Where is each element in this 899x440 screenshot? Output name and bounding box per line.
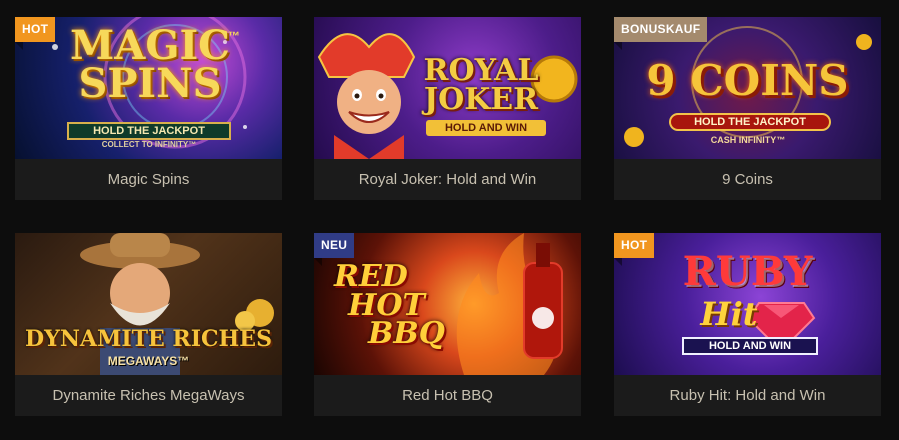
new-badge: NEU xyxy=(314,233,355,266)
game-card-ruby-hit[interactable]: RUBY Hit HOLD AND WIN HOT Ruby Hit: Hold… xyxy=(614,233,881,416)
game-title[interactable]: Magic Spins xyxy=(15,159,282,200)
game-title[interactable]: Ruby Hit: Hold and Win xyxy=(614,375,881,416)
game-thumbnail[interactable]: RED HOT BBQ NEU xyxy=(314,233,581,375)
game-card-red-hot-bbq[interactable]: RED HOT BBQ NEU Red Hot BBQ xyxy=(314,233,581,416)
game-thumbnail[interactable]: RUBY Hit HOLD AND WIN HOT xyxy=(614,233,881,375)
logo-subtitle-2: COLLECT TO INFINITY™ xyxy=(101,140,197,149)
game-card-magic-spins[interactable]: MAGIC SPINS ™ HOLD THE JACKPOT COLLECT T… xyxy=(15,17,282,200)
logo-line-2: JOKER xyxy=(423,81,539,117)
logo-subtitle: HOLD THE JACKPOT xyxy=(67,122,231,140)
game-thumbnail[interactable]: MAGIC SPINS ™ HOLD THE JACKPOT COLLECT T… xyxy=(15,17,282,159)
game-thumbnail[interactable]: DYNAMITE RICHES MEGAWAYS™ xyxy=(15,233,282,375)
logo-line-1: 9 COINS xyxy=(646,56,849,105)
game-card-dynamite-riches[interactable]: DYNAMITE RICHES MEGAWAYS™ Dynamite Riche… xyxy=(15,233,282,416)
game-card-9-coins[interactable]: 9 COINS HOLD THE JACKPOT CASH INFINITY™ … xyxy=(614,17,881,200)
logo-subtitle: HOLD THE JACKPOT xyxy=(669,113,831,131)
logo-line-3: BBQ xyxy=(368,316,445,351)
logo-subtitle: HOLD AND WIN xyxy=(426,120,546,136)
logo-tm: ™ xyxy=(228,29,240,43)
logo-line-2: SPINS xyxy=(78,60,222,107)
logo-line-2: Hit xyxy=(700,295,758,333)
game-title[interactable]: Royal Joker: Hold and Win xyxy=(314,159,581,200)
logo-subtitle: HOLD AND WIN xyxy=(682,337,818,355)
game-card-royal-joker[interactable]: ROYAL JOKER HOLD AND WIN Royal Joker: Ho… xyxy=(314,17,581,200)
logo-subtitle-2: CASH INFINITY™ xyxy=(710,135,786,145)
game-thumbnail[interactable]: ROYAL JOKER HOLD AND WIN xyxy=(314,17,581,159)
logo-subtitle: MEGAWAYS™ xyxy=(107,354,190,368)
hot-badge: HOT xyxy=(15,17,56,50)
hot-badge: HOT xyxy=(614,233,655,266)
game-title[interactable]: Red Hot BBQ xyxy=(314,375,581,416)
game-thumbnail[interactable]: 9 COINS HOLD THE JACKPOT CASH INFINITY™ … xyxy=(614,17,881,159)
game-title[interactable]: 9 Coins xyxy=(614,159,881,200)
game-title[interactable]: Dynamite Riches MegaWays xyxy=(15,375,282,416)
bonus-badge: BONUSKAUF xyxy=(614,17,708,50)
logo-line-1: DYNAMITE RICHES xyxy=(25,326,272,352)
logo-line-1: RUBY xyxy=(682,248,813,295)
